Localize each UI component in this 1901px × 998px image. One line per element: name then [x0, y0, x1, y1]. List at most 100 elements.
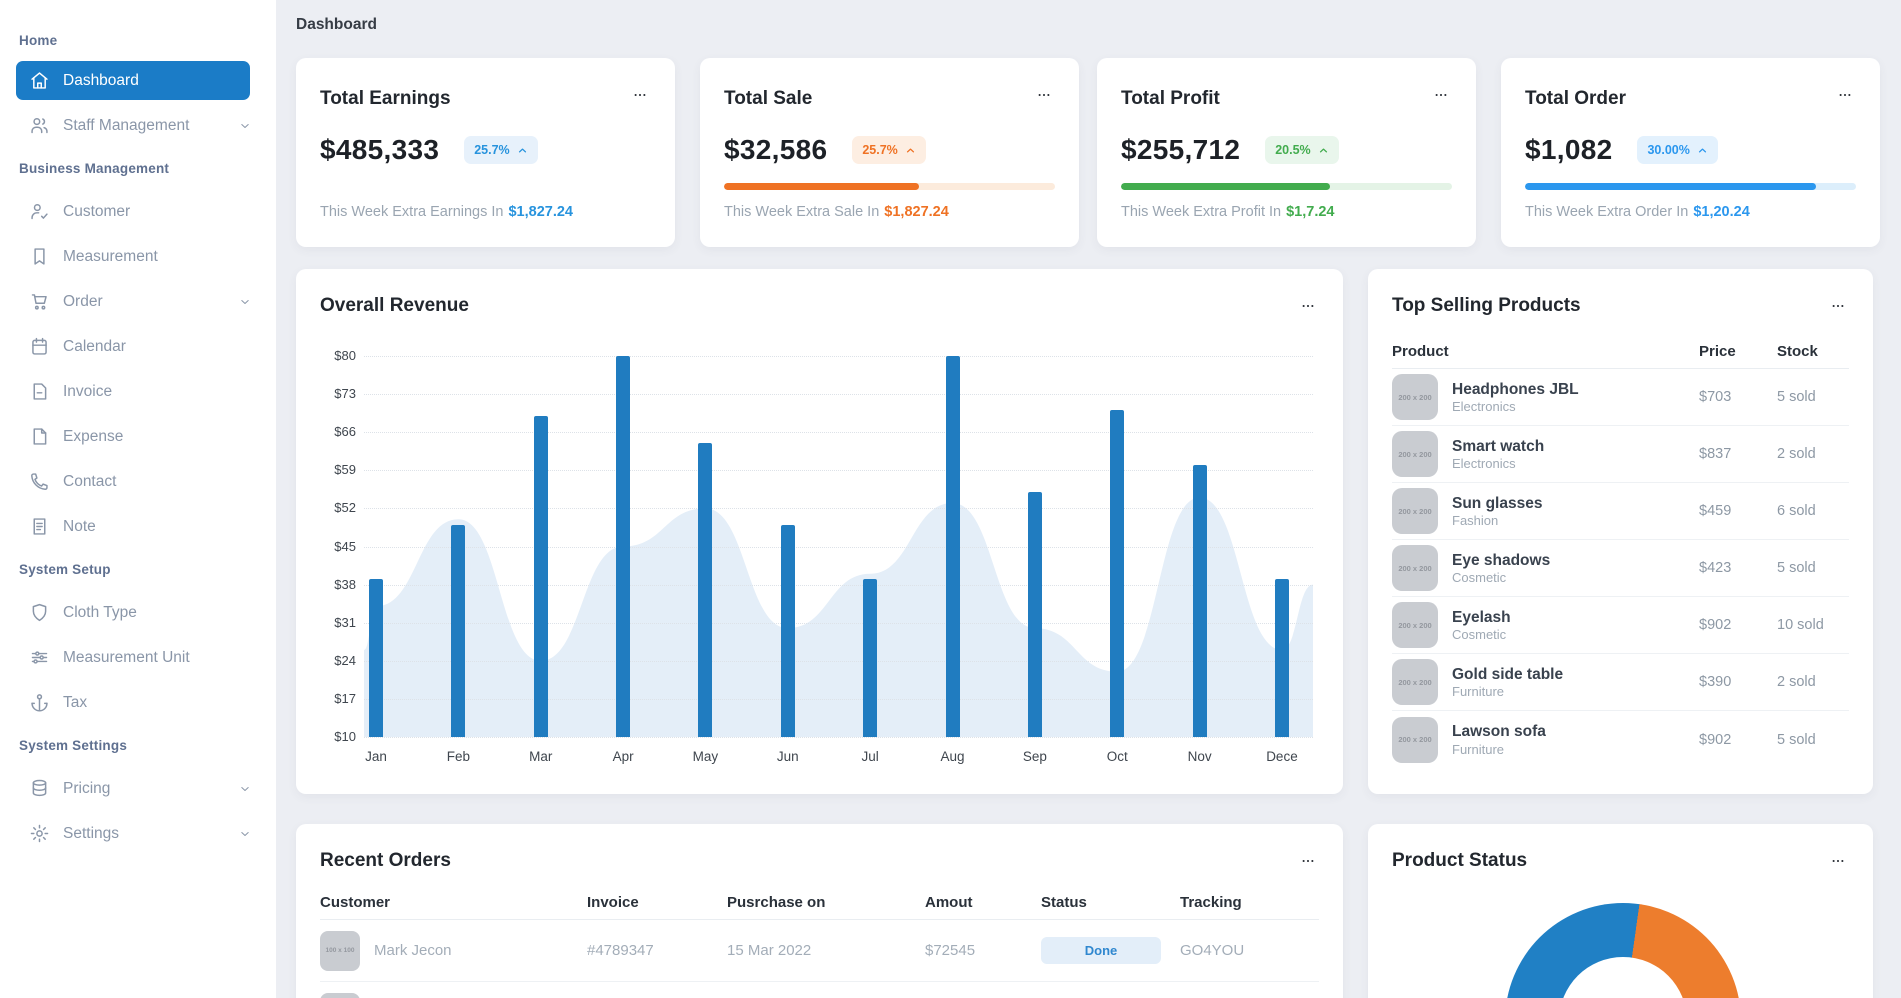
stat-progress-bar	[724, 183, 1055, 190]
y-axis-tick-label: $38	[334, 576, 356, 592]
product-row-gold-side-table[interactable]: 200 x 200 Gold side table Furniture $390 2 s…	[1392, 654, 1849, 711]
more-options-icon[interactable]	[1033, 88, 1057, 106]
sidebar-section-items: Cloth Type Measurement Unit Tax	[0, 590, 276, 725]
sidebar-item-cloth-type[interactable]: Cloth Type	[0, 590, 276, 635]
sidebar-item-invoice[interactable]: Invoice	[0, 369, 276, 414]
chart-gridline	[364, 546, 1313, 548]
product-status-card: Product Status	[1368, 824, 1873, 998]
product-text: Sun glasses Fashion	[1452, 494, 1542, 528]
order-row-mark-jecon[interactable]: 100 x 100 Mark Jecon #4789347 15 Mar 2022 $7…	[320, 920, 1319, 982]
sidebar-item-tax[interactable]: Tax	[0, 680, 276, 725]
product-name: Eyelash	[1452, 608, 1511, 626]
product-price: $902	[1699, 617, 1732, 633]
stat-footer-amount: $1,827.24	[884, 204, 949, 220]
sidebar-item-measurement[interactable]: Measurement	[0, 234, 276, 279]
stat-footer-label: This Week Extra Profit In	[1121, 204, 1282, 220]
more-options-icon[interactable]	[1297, 854, 1321, 872]
stat-card-title: Total Profit	[1121, 88, 1220, 109]
sidebar-item-note[interactable]: Note	[0, 504, 276, 549]
cart-icon	[29, 291, 50, 312]
product-name: Headphones JBL	[1452, 380, 1579, 398]
gear-icon	[29, 823, 50, 844]
revenue-bar-jan	[369, 579, 383, 737]
stat-change-badge: 20.5%	[1265, 136, 1339, 164]
sidebar-item-dashboard[interactable]: Dashboard	[16, 61, 250, 100]
chart-gridline	[364, 622, 1313, 624]
product-row-smart-watch[interactable]: 200 x 200 Smart watch Electronics $837 2 sol…	[1392, 426, 1849, 483]
sidebar-item-label: Settings	[63, 824, 120, 842]
product-category: Cosmetic	[1452, 570, 1507, 586]
stat-value: $32,586	[724, 134, 828, 165]
sidebar-item-calendar[interactable]: Calendar	[0, 324, 276, 369]
stat-value: $1,082	[1525, 134, 1613, 165]
product-category: Electronics	[1452, 399, 1516, 415]
sidebar-item-expense[interactable]: Expense	[0, 414, 276, 459]
product-cell: 200 x 200 Headphones JBL Electronics	[1392, 374, 1699, 420]
status-badge: Done	[1041, 937, 1161, 964]
revenue-plot-area	[364, 356, 1313, 738]
product-row-sun-glasses[interactable]: 200 x 200 Sun glasses Fashion $459 6 sold	[1392, 483, 1849, 540]
product-price: $902	[1699, 731, 1732, 748]
stat-footer-text: This Week Extra Sale In $1,827.24	[724, 204, 1055, 220]
product-row-eyelash[interactable]: 200 x 200 Eyelash Cosmetic $902 10 sold	[1392, 597, 1849, 654]
sidebar-item-customer[interactable]: Customer	[0, 189, 276, 234]
product-thumbnail: 200 x 200	[1392, 374, 1438, 420]
sidebar-item-order[interactable]: Order	[0, 279, 276, 324]
more-options-icon[interactable]	[1834, 88, 1858, 106]
y-axis-tick-label: $52	[334, 500, 356, 516]
sidebar-item-staff-management[interactable]: Staff Management	[0, 103, 276, 148]
product-cell: 200 x 200 Sun glasses Fashion	[1392, 488, 1699, 534]
stat-change-badge: 25.7%	[464, 136, 538, 164]
column-stock: Stock	[1777, 343, 1818, 360]
chevron-up-icon	[1697, 145, 1708, 156]
product-category: Furniture	[1452, 741, 1505, 757]
revenue-bar-aug	[945, 356, 960, 737]
product-thumbnail: 200 x 200	[1392, 431, 1438, 477]
product-row-headphones-jbl[interactable]: 200 x 200 Headphones JBL Electronics $703 5 …	[1392, 369, 1849, 426]
sidebar-item-settings[interactable]: Settings	[0, 811, 276, 856]
x-axis-tick-label: May	[692, 749, 719, 764]
sidebar-item-label: Measurement Unit	[63, 648, 190, 666]
order-row-partial[interactable]	[320, 982, 1319, 998]
sidebar-item-contact[interactable]: Contact	[0, 459, 276, 504]
revenue-bar-jul	[863, 579, 878, 737]
customer-avatar: 100 x 100	[320, 930, 360, 971]
stat-value-row: $32,586 25.7%	[724, 134, 1055, 166]
product-cell: 200 x 200 Gold side table Furniture	[1392, 659, 1699, 705]
column-invoice: Invoice	[587, 894, 639, 911]
revenue-bar-may	[698, 443, 713, 737]
database-icon	[29, 778, 50, 799]
sidebar-section-items: Dashboard Staff Management	[0, 61, 276, 148]
more-options-icon[interactable]	[1827, 854, 1851, 872]
sidebar-item-label: Dashboard	[63, 71, 139, 89]
product-text: Headphones JBL Electronics	[1452, 380, 1579, 414]
chart-gridline	[364, 508, 1313, 510]
revenue-card-title: Overall Revenue	[320, 295, 469, 316]
more-options-icon[interactable]	[1430, 88, 1454, 106]
sidebar-item-pricing[interactable]: Pricing	[0, 766, 276, 811]
more-options-icon[interactable]	[629, 88, 653, 106]
revenue-bar-jun	[780, 524, 795, 737]
column-tracking: Tracking	[1180, 894, 1242, 911]
sidebar-item-label: Staff Management	[63, 116, 190, 134]
stat-progress-fill	[1525, 183, 1817, 190]
product-stock: 5 sold	[1777, 560, 1816, 576]
product-category: Electronics	[1452, 456, 1516, 472]
chart-gridline	[364, 584, 1313, 586]
stat-change-value: 20.5%	[1275, 143, 1311, 157]
product-row-eye-shadows[interactable]: 200 x 200 Eye shadows Cosmetic $423 5 sold	[1392, 540, 1849, 597]
product-price: $390	[1699, 674, 1732, 690]
sidebar-item-label: Calendar	[63, 337, 126, 355]
stat-card-total-profit: Total Profit $255,712 20.5% This Week Extra…	[1097, 58, 1476, 247]
sidebar-item-measurement-unit[interactable]: Measurement Unit	[0, 635, 276, 680]
stat-value-row: $485,333 25.7%	[320, 134, 651, 166]
sidebar-section-label: Business Management	[19, 161, 170, 176]
products-table-body: 200 x 200 Headphones JBL Electronics $703 5 …	[1392, 369, 1849, 768]
stat-card-total-sale: Total Sale $32,586 25.7% This Week Extra Sa…	[700, 58, 1079, 247]
more-options-icon[interactable]	[1297, 299, 1321, 317]
more-options-icon[interactable]	[1827, 299, 1851, 317]
product-row-lawson-sofa[interactable]: 200 x 200 Lawson sofa Furniture $902 5 sold	[1392, 711, 1849, 768]
product-stock: 10 sold	[1777, 617, 1824, 633]
order-amount: $72545	[925, 942, 976, 959]
revenue-bar-nov	[1192, 464, 1207, 737]
